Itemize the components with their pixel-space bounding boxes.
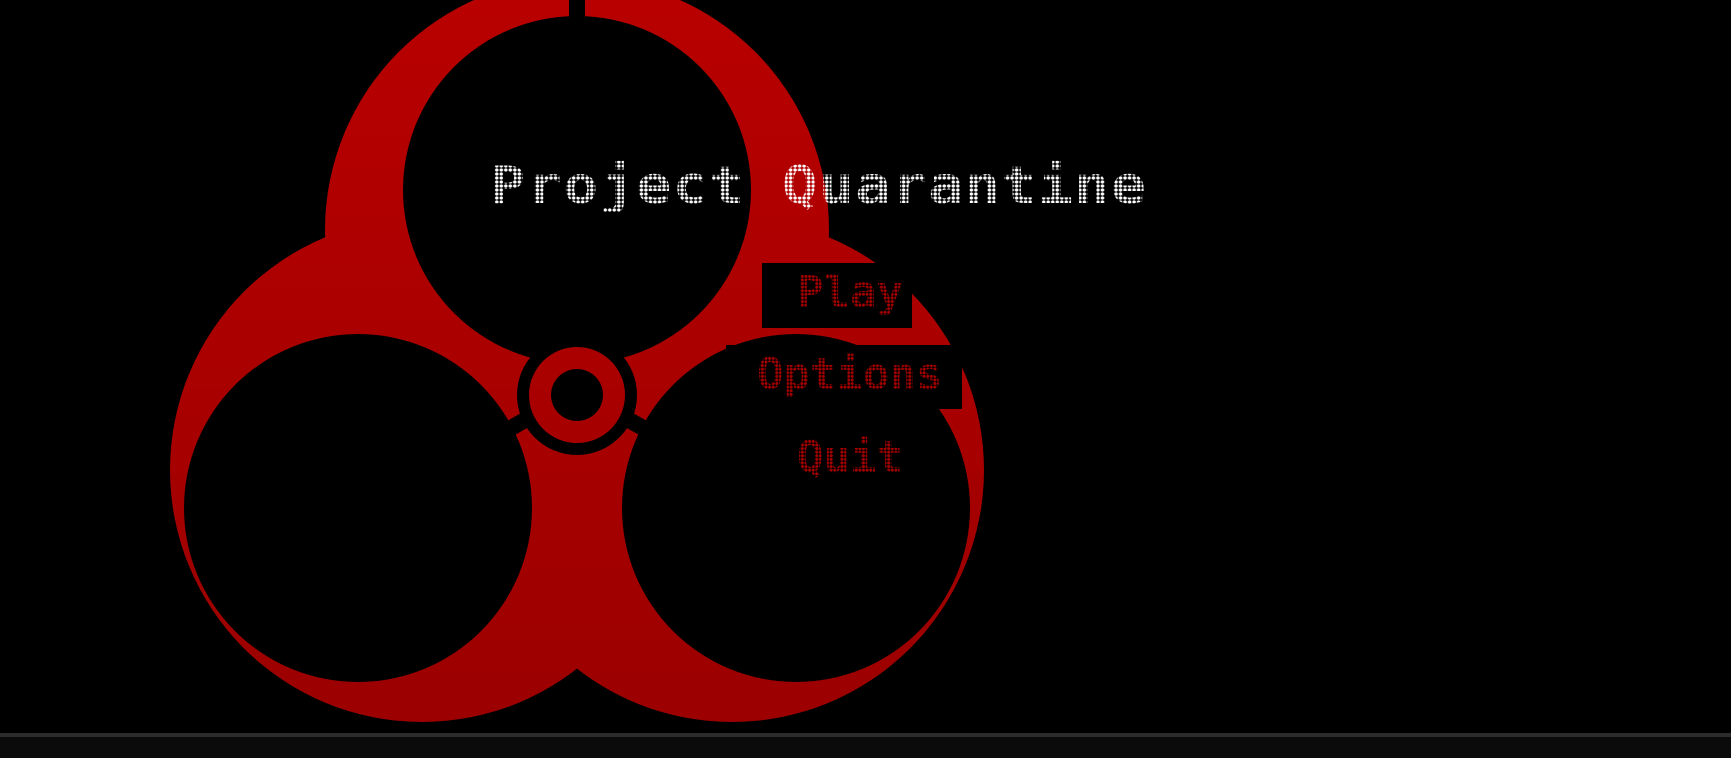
quit-button[interactable]: Quit [797, 436, 903, 480]
title-screen: Project Quarantine Play Options Quit [0, 0, 1731, 758]
options-button[interactable]: Options [757, 353, 942, 397]
game-title: Project Quarantine [490, 156, 1148, 216]
bottom-bar [0, 733, 1731, 758]
play-button[interactable]: Play [797, 271, 903, 315]
